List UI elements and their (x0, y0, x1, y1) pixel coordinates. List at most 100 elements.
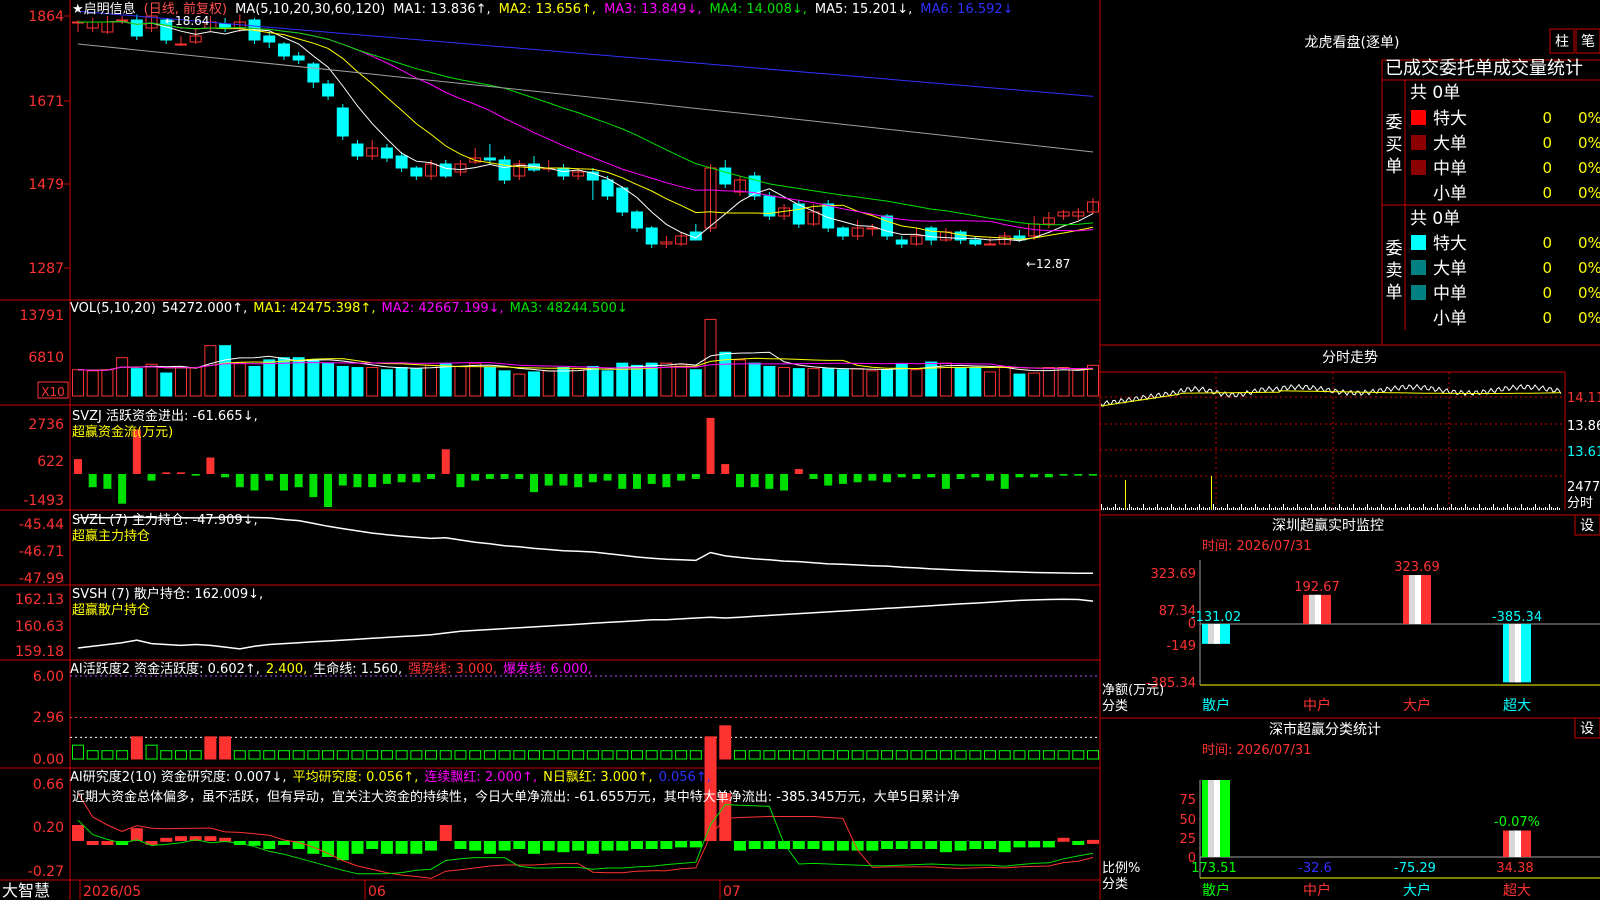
intraday-volume-bar (1413, 507, 1414, 510)
research-bar (248, 841, 261, 846)
intraday-volume-bar (1187, 508, 1188, 510)
candle-body (689, 231, 702, 241)
svsh-tick-label: 162.13 (15, 592, 64, 608)
volume-bar (1072, 369, 1085, 397)
intraday-volume-bar (1471, 508, 1472, 510)
buy-row-percent: 0% (1578, 159, 1600, 177)
activity-bar (719, 725, 732, 760)
intraday-volume-bar (1139, 508, 1140, 510)
activity-bar (660, 750, 673, 760)
intraday-volume-bar (1245, 507, 1246, 510)
volume-bar (469, 362, 482, 397)
research-bar (1042, 841, 1055, 848)
activity-bar (277, 750, 290, 760)
fund-flow-bar (88, 474, 97, 488)
buy-row-name: 大单 (1433, 134, 1467, 154)
intraday-title: 分时走势 (1322, 350, 1378, 366)
research-bar (954, 841, 967, 851)
intraday-volume-bar (1503, 507, 1504, 510)
volume-bar (792, 368, 805, 397)
intraday-volume-bar (1205, 508, 1206, 510)
fund-flow-bar (647, 474, 656, 484)
intraday-volume-bar (1473, 507, 1474, 510)
intraday-volume-bar (1267, 508, 1268, 510)
research-bar (1013, 841, 1026, 848)
activity-bar (145, 744, 158, 760)
volume-bar (1028, 372, 1041, 397)
intraday-volume-bar (1379, 508, 1380, 510)
svzj-subtitle: 超赢资金流(万元) (72, 424, 173, 440)
activity-bar (1087, 750, 1099, 760)
research-bar (807, 841, 820, 849)
volume-bar (984, 371, 997, 397)
intraday-volume-bar (1435, 508, 1436, 510)
intraday-volume-bar (1165, 508, 1166, 510)
candle-body (130, 19, 143, 37)
volume-bar (675, 363, 688, 397)
candle-body (322, 83, 335, 97)
research-bar (645, 841, 658, 849)
intraday-volume-bar (1407, 507, 1408, 510)
activity-bar (204, 736, 217, 760)
stock-analysis-chart[interactable]: ←18.64←12.87★启明信息 (日线, 前复权) MA(5,10,20,30,… (0, 0, 1600, 900)
volume-bar (116, 357, 129, 397)
fund-flow-bar (927, 474, 936, 478)
volume-bar (733, 359, 746, 397)
intraday-volume-bar (1135, 508, 1136, 510)
research-legend-item: N日飘红: 3.000↑, (543, 769, 652, 785)
research-bar (748, 841, 761, 849)
research-bar (513, 841, 526, 849)
intraday-volume-bar (1521, 504, 1522, 510)
research-bar (380, 841, 393, 854)
research-bar (586, 841, 599, 854)
intraday-volume-bar (1537, 508, 1538, 510)
intraday-volume-bar (1457, 508, 1458, 510)
activity-bar (380, 750, 393, 760)
fund-flow-bar (309, 474, 318, 498)
classify-tick-label: 0 (1188, 851, 1196, 866)
fund-flow-bar (265, 474, 274, 481)
research-bar (910, 841, 923, 849)
buy-row-name: 中单 (1433, 159, 1467, 179)
volume-bar (1087, 364, 1099, 397)
research-bar (483, 841, 496, 854)
ma1-line (78, 20, 1094, 242)
intraday-volume-bar (1203, 507, 1204, 510)
svzj-legend: SVZJ 活跃资金进出: -61.665↓, (72, 408, 258, 424)
intraday-volume-bar (1133, 508, 1134, 510)
intraday-volume-bar (1421, 508, 1422, 510)
activity-bar (72, 744, 84, 760)
intraday-volume-bar (1543, 508, 1544, 510)
intraday-volume-bar (1185, 504, 1186, 510)
intraday-volume-bar (1409, 504, 1410, 510)
fund-flow-bar (853, 474, 862, 483)
intraday-volume-bar (1117, 508, 1118, 510)
intraday-volume-bar (1465, 504, 1466, 510)
retail-position-line (77, 598, 1094, 650)
volume-bar (366, 367, 379, 397)
activity-bar (998, 750, 1011, 760)
volume-bar (145, 363, 158, 397)
intraday-volume-bar (1499, 508, 1500, 510)
volume-bar (454, 365, 467, 397)
monitor-bar-value: 323.69 (1394, 560, 1440, 575)
date-label: 07 (723, 884, 741, 900)
sell-legend-swatch (1411, 285, 1426, 300)
volume-bar (395, 367, 408, 397)
research-legend-item: 连续飘红: 2.000↑, (424, 769, 537, 785)
fund-flow-bar (750, 474, 759, 488)
research-tick-label: -0.27 (28, 864, 64, 880)
fund-flow-bar (559, 474, 568, 486)
monitor-bar-shine (1515, 624, 1521, 683)
candle-body (351, 143, 364, 157)
intraday-volume-bar (1105, 508, 1106, 510)
intraday-volume-bar (1285, 508, 1286, 510)
intraday-volume-bar (1531, 508, 1532, 510)
intraday-volume-bar (1217, 508, 1218, 510)
volume-bar (292, 357, 305, 397)
fund-flow-bar (530, 474, 539, 493)
fund-flow-bar (838, 474, 847, 484)
intraday-volume-bar (1475, 508, 1476, 510)
activity-bar (395, 750, 408, 760)
intraday-volume-bar (1149, 507, 1150, 510)
